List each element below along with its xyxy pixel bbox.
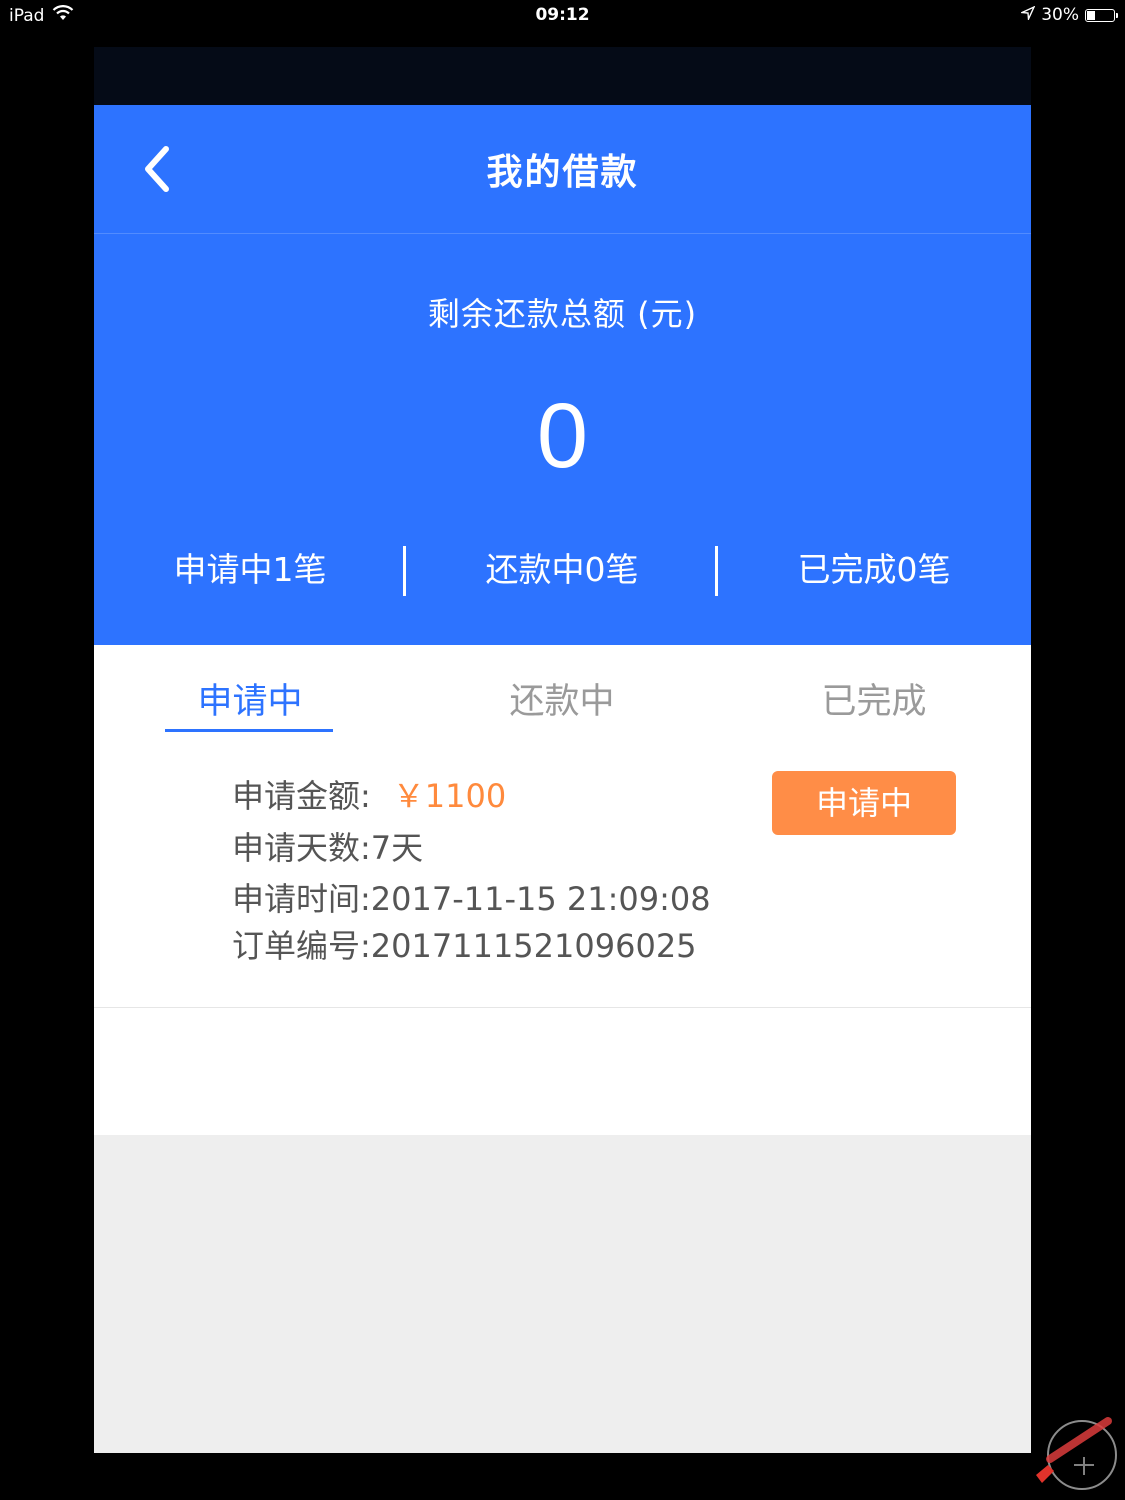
stat-repaying: 还款中0笔: [485, 550, 639, 589]
status-time: 09:12: [535, 5, 590, 25]
repayment-summary: 剩余还款总额 (元) 0 申请中1笔 还款中0笔 已完成0笔: [94, 234, 1031, 645]
summary-label: 剩余还款总额 (元): [427, 295, 698, 333]
stat-completed: 已完成0笔: [797, 550, 951, 589]
order-status-button[interactable]: 申请中: [772, 771, 956, 835]
status-right: 30%: [1019, 5, 1118, 25]
loan-list-panel: 申请中 还款中 已完成 申请金额: ￥1100 申请天数:7天 申请时间:2017…: [94, 645, 1031, 1135]
loan-order-item[interactable]: 申请金额: ￥1100 申请天数:7天 申请时间:2017-11-15 21:09…: [94, 737, 1031, 1008]
order-amount-row: 申请金额: ￥1100: [232, 771, 506, 817]
battery-percent: 30%: [1041, 5, 1079, 25]
watermark-logo: [1028, 1405, 1120, 1495]
order-amount-label: 申请金额:: [232, 777, 371, 815]
battery-icon: [1085, 8, 1118, 22]
tab-bar: 申请中 还款中 已完成: [94, 645, 1031, 737]
order-days: 申请天数:7天: [232, 829, 424, 867]
location-arrow-icon: [1019, 5, 1036, 25]
app-screen: 我的借款 剩余还款总额 (元) 0 申请中1笔 还款中0笔 已完成0笔 申请中 …: [94, 47, 1031, 1453]
stat-applying: 申请中1笔: [173, 550, 327, 589]
loan-stats: 申请中1笔 还款中0笔 已完成0笔: [94, 544, 1031, 604]
status-bar: iPad 09:12 30%: [0, 0, 1125, 32]
tab-repaying[interactable]: 还款中: [406, 673, 718, 724]
summary-amount: 0: [536, 385, 589, 487]
tab-applying[interactable]: 申请中: [94, 673, 406, 724]
order-number: 订单编号:2017111521096025: [232, 927, 697, 965]
app-top-strip: [94, 47, 1031, 105]
active-tab-indicator: [165, 729, 333, 732]
tab-completed[interactable]: 已完成: [718, 673, 1030, 724]
order-time: 申请时间:2017-11-15 21:09:08: [232, 880, 711, 918]
navigation-bar: 我的借款: [94, 105, 1031, 234]
order-amount-value: ￥1100: [392, 777, 507, 815]
page-title: 我的借款: [486, 152, 639, 193]
battery-fill: [1087, 10, 1095, 20]
